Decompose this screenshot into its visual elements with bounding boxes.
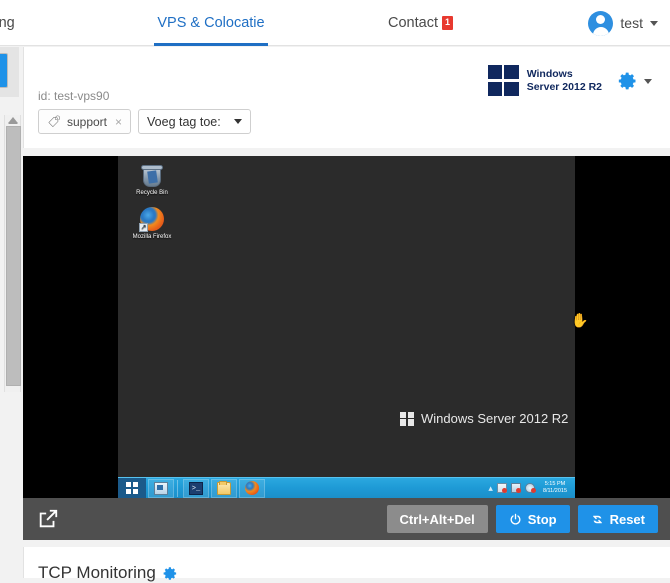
stop-button[interactable]: Stop xyxy=(495,505,570,533)
firefox-icon: ↗ xyxy=(139,206,165,232)
gear-icon xyxy=(618,72,636,90)
left-rail xyxy=(0,47,23,578)
console-control-bar: Ctrl+Alt+Del Stop Reset xyxy=(23,498,670,540)
chevron-down-icon xyxy=(234,119,243,124)
action-center-icon[interactable] xyxy=(496,483,507,493)
top-navigation: osting VPS & Colocatie Contact 1 test xyxy=(0,0,670,46)
refresh-icon xyxy=(592,515,602,523)
reset-button[interactable]: Reset xyxy=(577,505,658,533)
windows-watermark-label: Windows Server 2012 R2 xyxy=(421,411,569,426)
windows-logo-icon xyxy=(400,411,414,426)
nav-item-hosting-label: osting xyxy=(0,15,15,31)
nav-item-contact-label: Contact xyxy=(388,15,438,31)
windows-start-icon[interactable] xyxy=(118,477,146,498)
remove-tag-icon[interactable]: × xyxy=(115,115,122,129)
vps-settings-menu[interactable] xyxy=(618,71,652,91)
windows-logo-icon xyxy=(487,65,519,96)
desktop-icon-firefox[interactable]: ↗ Mozilla Firefox xyxy=(124,206,180,241)
page-scrollbar[interactable] xyxy=(4,115,21,392)
taskbar-powershell-icon[interactable]: >_ xyxy=(183,478,209,498)
remote-taskbar[interactable]: >_ ▴ 5:15 PM 8/11/2015 xyxy=(118,477,575,498)
collapse-sidebar-button[interactable] xyxy=(0,53,8,88)
os-name-line1: Windows xyxy=(526,67,573,80)
console-actions: Ctrl+Alt+Del Stop Reset xyxy=(386,505,658,533)
desktop-icon-recycle-bin[interactable]: Recycle Bin xyxy=(124,164,180,197)
open-in-new-window-button[interactable] xyxy=(35,506,61,532)
stop-label: Stop xyxy=(527,511,557,527)
tcp-monitoring-header: TCP Monitoring xyxy=(38,563,178,583)
tcp-monitoring-section: TCP Monitoring xyxy=(23,547,670,582)
taskbar-file-explorer-icon[interactable] xyxy=(211,478,237,498)
add-tag-dropdown[interactable]: Voeg tag toe: xyxy=(138,109,252,134)
windows-watermark: Windows Server 2012 R2 xyxy=(400,411,568,426)
powershell-glyph: >_ xyxy=(189,481,203,495)
scrollbar-thumb[interactable] xyxy=(6,126,21,386)
desktop-icon-firefox-label: Mozilla Firefox xyxy=(132,234,172,240)
os-name-line2: Server 2012 R2 xyxy=(526,80,602,93)
scroll-up-arrow-base xyxy=(8,122,17,124)
taskbar-separator xyxy=(177,479,178,497)
os-badge-text: Windows Server 2012 R2 xyxy=(527,68,602,94)
nav-item-vps-colocatie[interactable]: VPS & Colocatie xyxy=(154,0,268,46)
nav-item-hosting[interactable]: osting xyxy=(0,0,15,46)
power-icon xyxy=(510,513,521,524)
chevron-down-icon xyxy=(644,78,652,84)
taskbar-clock-date: 8/11/2015 xyxy=(542,488,567,494)
ctrl-alt-del-button[interactable]: Ctrl+Alt+Del xyxy=(386,505,488,533)
gear-icon[interactable] xyxy=(163,566,178,581)
system-tray: ▴ 5:15 PM 8/11/2015 xyxy=(488,481,575,495)
recycle-bin-icon xyxy=(141,164,163,188)
remote-desktop[interactable]: Recycle Bin ↗ Mozilla Firefox Windows Se… xyxy=(118,156,575,498)
volume-icon[interactable] xyxy=(524,483,536,493)
add-tag-dropdown-label: Voeg tag toe: xyxy=(147,114,221,129)
reset-label: Reset xyxy=(609,511,645,527)
avatar xyxy=(588,10,614,36)
os-badge: Windows Server 2012 R2 xyxy=(487,65,602,96)
user-menu-label: test xyxy=(620,15,643,31)
active-tab-underline xyxy=(154,43,268,46)
external-link-icon xyxy=(39,509,58,528)
chevron-down-icon xyxy=(650,20,658,26)
taskbar-firefox-icon[interactable] xyxy=(239,478,265,498)
taskbar-server-manager-icon[interactable] xyxy=(148,478,174,498)
user-menu[interactable]: test xyxy=(588,0,658,46)
hand-cursor: ✋ xyxy=(571,312,589,328)
tag-icon: 🏷 xyxy=(47,116,61,128)
page-title: TCP Monitoring xyxy=(38,563,156,582)
desktop-icon-recycle-bin-label: Recycle Bin xyxy=(136,190,168,196)
ctrl-alt-del-label: Ctrl+Alt+Del xyxy=(399,511,475,527)
network-icon[interactable] xyxy=(510,483,521,493)
tag-row: 🏷 support × Voeg tag toe: xyxy=(38,109,252,134)
taskbar-clock[interactable]: 5:15 PM 8/11/2015 xyxy=(539,481,571,495)
tag-chip-label: support xyxy=(66,114,107,129)
section-gap xyxy=(23,540,670,547)
vnc-console[interactable]: Recycle Bin ↗ Mozilla Firefox Windows Se… xyxy=(23,156,670,498)
vps-id-label: id: test-vps90 xyxy=(38,89,110,103)
taskbar-clock-time: 5:15 PM xyxy=(544,481,566,487)
nav-item-contact[interactable]: Contact 1 xyxy=(388,0,453,46)
contact-notification-badge: 1 xyxy=(441,16,453,30)
tag-chip-support[interactable]: 🏷 support × xyxy=(38,109,132,134)
vps-header-card: id: test-vps90 🏷 support × Voeg tag toe:… xyxy=(23,47,670,148)
tray-overflow-icon[interactable]: ▴ xyxy=(488,483,493,493)
nav-item-vps-colocatie-label: VPS & Colocatie xyxy=(157,15,265,31)
